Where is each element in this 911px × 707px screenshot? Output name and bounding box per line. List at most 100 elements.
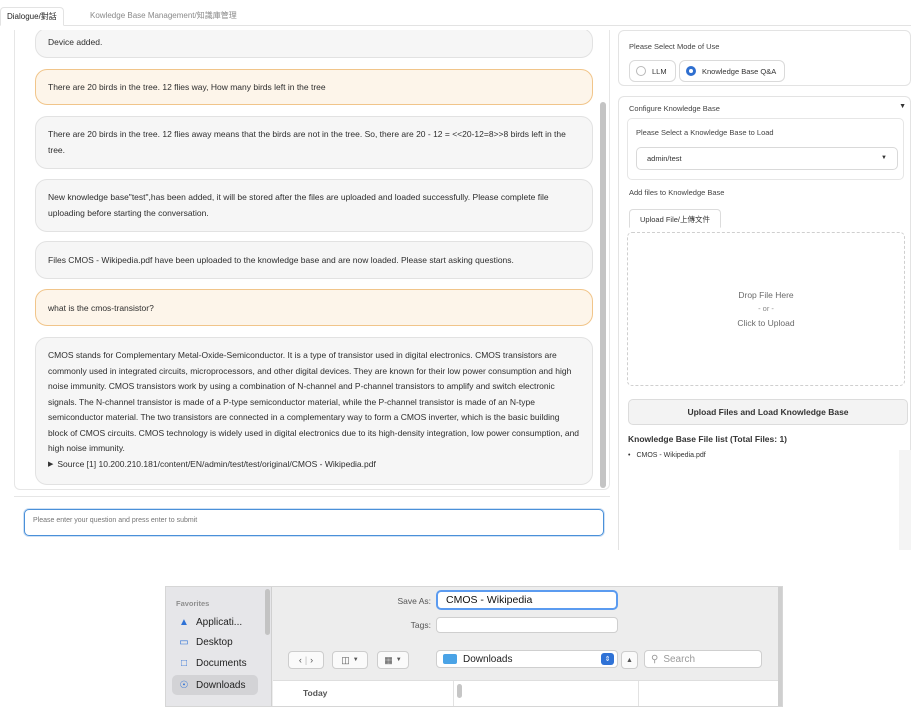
message-text: There are 20 birds in the tree. 12 flies… (48, 82, 326, 92)
dialog-edge (778, 587, 782, 706)
upload-and-load-button[interactable]: Upload Files and Load Knowledge Base (628, 399, 908, 425)
list-group-header: Today (303, 688, 328, 698)
save-dialog: Favorites ▲ Applicati... ▭ Desktop □ Doc… (165, 586, 783, 707)
source-citation[interactable]: ▶ Source [1] 10.200.210.181/content/EN/a… (48, 457, 580, 473)
sidebar-item-desktop[interactable]: ▭ Desktop (172, 632, 258, 652)
grid-icon: ▦ (384, 654, 393, 665)
sidebar-item-label: Documents (196, 657, 247, 669)
message-text: what is the cmos-transistor? (48, 303, 154, 313)
search-icon: ⚲ (651, 653, 659, 665)
chevron-down-icon: ▼ (352, 657, 359, 663)
column-divider (453, 681, 454, 706)
configure-kb-panel: Configure Knowledge Base ▼ Please Select… (618, 96, 911, 550)
message-text: New knowledge base"test",has been added,… (48, 192, 549, 218)
back-forward-buttons[interactable]: ‹ | › (288, 651, 324, 669)
sidebar-item-downloads[interactable]: ☉ Downloads (172, 675, 258, 695)
chevron-up-icon: ▲ (626, 656, 633, 664)
tab-bar: Dialogue/對話 Kowledge Base Management/知識庫… (0, 0, 911, 26)
save-as-label: Save As: (397, 596, 431, 606)
mode-option-label: LLM (652, 66, 667, 76)
folder-icon (443, 654, 457, 664)
chat-message-bot: There are 20 birds in the tree. 12 flies… (35, 116, 593, 169)
configure-title: Configure Knowledge Base (629, 104, 720, 113)
chevron-down-icon: ▼ (881, 155, 887, 161)
updown-arrows-icon[interactable]: ⇕ (601, 653, 614, 665)
file-name: CMOS - Wikipedia.pdf (636, 452, 706, 459)
kb-selected-value: admin/test (647, 154, 682, 163)
file-browser-list: Today (273, 680, 782, 706)
list-scrollbar[interactable] (457, 684, 462, 698)
radio-selected-icon[interactable] (686, 66, 696, 76)
file-list-title: Knowledge Base File list (Total Files: 1… (628, 434, 788, 444)
dropzone-line2: - or - (758, 304, 774, 313)
desktop-icon: ▭ (179, 636, 189, 648)
dropzone-line3: Click to Upload (737, 318, 795, 328)
file-list-scrollbar[interactable] (899, 450, 911, 550)
favorites-title: Favorites (176, 599, 210, 608)
chat-panel: Device added. There are 20 birds in the … (14, 30, 610, 490)
message-text: CMOS stands for Complementary Metal-Oxid… (48, 350, 580, 453)
sidebar-item-label: Downloads (196, 679, 246, 691)
columns-view-icon: ◫ (341, 654, 350, 665)
file-dropzone[interactable]: Drop File Here - or - Click to Upload (627, 232, 905, 386)
sidebar-item-label: Desktop (196, 636, 233, 648)
radio-icon[interactable] (636, 66, 646, 76)
expand-dialog-button[interactable]: ▲ (621, 651, 638, 669)
sidebar-item-documents[interactable]: □ Documents (172, 653, 258, 673)
tab-knowledge-base-management[interactable]: Kowledge Base Management/知識庫管理 (84, 7, 243, 26)
message-text: There are 20 birds in the tree. 12 flies… (48, 129, 566, 155)
forward-icon[interactable]: › (310, 655, 313, 665)
save-as-field[interactable]: CMOS - Wikipedia (436, 590, 618, 610)
tags-label: Tags: (410, 620, 431, 630)
dialog-sidebar: Favorites ▲ Applicati... ▭ Desktop □ Doc… (166, 587, 272, 706)
chat-input-area (14, 496, 610, 548)
question-input[interactable] (24, 509, 604, 536)
sidebar-scrollbar[interactable] (264, 587, 272, 706)
mode-selector: Please Select Mode of Use LLM Knowledge … (618, 30, 911, 86)
sidebar-item-applications[interactable]: ▲ Applicati... (172, 612, 258, 632)
back-icon[interactable]: ‹ (299, 655, 302, 665)
chat-message-bot: Files CMOS - Wikipedia.pdf have been upl… (35, 241, 593, 279)
mode-option-llm[interactable]: LLM (629, 60, 676, 82)
expand-triangle-icon[interactable]: ▶ (48, 457, 53, 473)
column-divider (638, 681, 639, 706)
sidebar-item-label: Applicati... (196, 616, 243, 628)
chat-message-user: There are 20 birds in the tree. 12 flies… (35, 69, 593, 105)
mode-label: Please Select Mode of Use (629, 42, 720, 51)
location-popup[interactable]: Downloads ⇕ (436, 650, 618, 668)
tags-field[interactable] (436, 617, 618, 633)
file-list-item: • CMOS - Wikipedia.pdf (628, 452, 706, 459)
applications-icon: ▲ (179, 616, 189, 628)
group-mode-button[interactable]: ▦ ▼ (377, 651, 409, 669)
search-field[interactable]: ⚲ Search (644, 650, 762, 668)
app: Dialogue/對話 Kowledge Base Management/知識庫… (0, 0, 911, 707)
downloads-icon: ☉ (179, 679, 189, 691)
sidebar-scrollbar-thumb[interactable] (265, 589, 270, 635)
search-placeholder: Search (663, 653, 696, 665)
right-panel: Please Select Mode of Use LLM Knowledge … (618, 30, 911, 550)
chat-message-bot: CMOS stands for Complementary Metal-Oxid… (35, 337, 593, 485)
source-text: Source [1] 10.200.210.181/content/EN/adm… (57, 458, 376, 469)
document-icon: □ (180, 657, 188, 669)
tab-upload-file[interactable]: Upload File/上傳文件 (629, 209, 722, 228)
location-label: Downloads (463, 653, 513, 665)
dropzone-line1: Drop File Here (738, 290, 794, 300)
chat-message-bot: New knowledge base"test",has been added,… (35, 179, 593, 232)
chevron-down-icon: ▼ (395, 657, 402, 663)
message-text: Device added. (48, 37, 103, 47)
chat-scrollbar[interactable] (597, 30, 609, 489)
mode-option-kb-qa[interactable]: Knowledge Base Q&A (679, 60, 786, 82)
collapse-triangle-icon[interactable]: ▼ (899, 103, 906, 110)
chat-scrollbar-thumb[interactable] (600, 102, 606, 488)
kb-select-label: Please Select a Knowledge Base to Load (636, 128, 774, 137)
bullet-icon: • (628, 452, 631, 459)
chat-message-user: what is the cmos-transistor? (35, 289, 593, 326)
chat-message-bot: Device added. (35, 30, 593, 58)
add-files-label: Add files to Knowledge Base (629, 188, 725, 197)
mode-option-label: Knowledge Base Q&A (702, 66, 777, 76)
kb-select-dropdown[interactable]: admin/test ▼ (636, 147, 898, 170)
message-text: Files CMOS - Wikipedia.pdf have been upl… (48, 255, 514, 265)
kb-select-box: Please Select a Knowledge Base to Load a… (627, 118, 904, 180)
tab-dialogue[interactable]: Dialogue/對話 (0, 7, 64, 26)
view-mode-button[interactable]: ◫ ▼ (332, 651, 368, 669)
